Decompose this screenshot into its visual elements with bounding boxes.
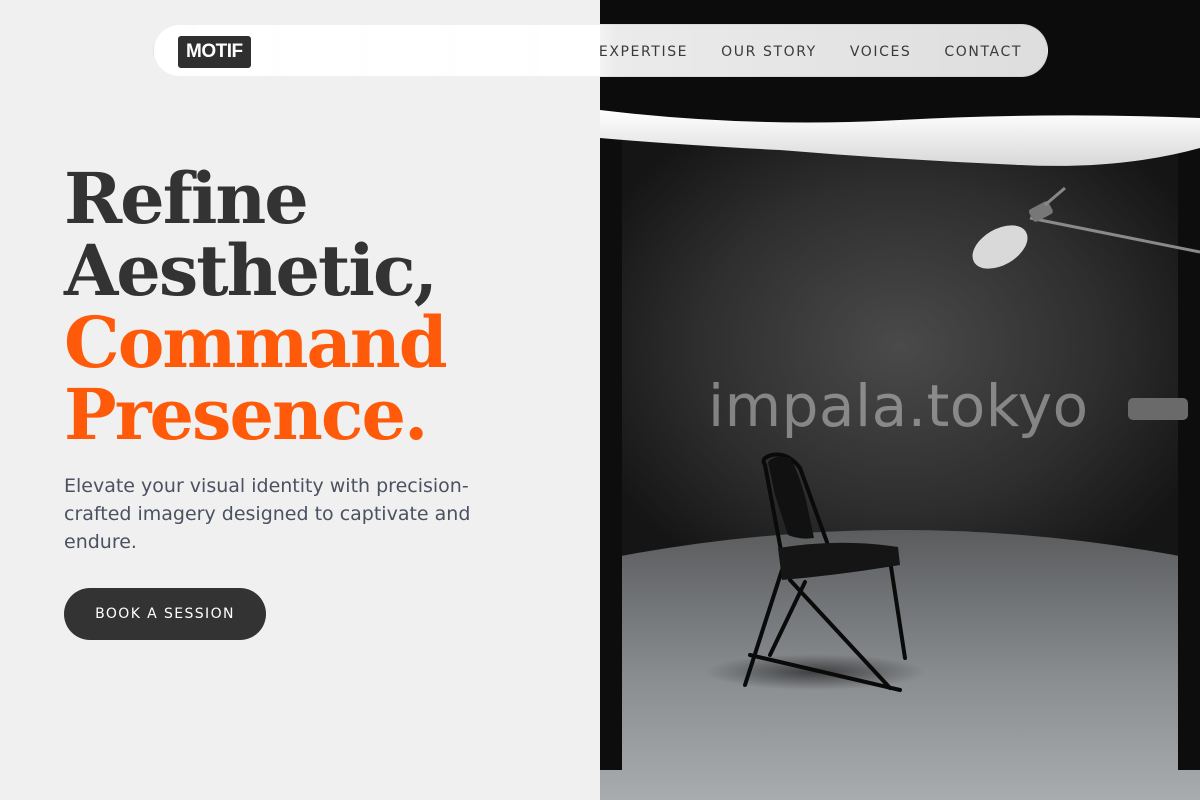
hero-headline: Refine Aesthetic, Command Presence. bbox=[64, 163, 584, 451]
nav-link-our-story[interactable]: OUR STORY bbox=[721, 44, 817, 60]
watermark-text: impala.tokyo bbox=[708, 372, 1089, 440]
headline-line-1: Refine bbox=[64, 157, 309, 240]
headline-line-3: Command bbox=[64, 301, 448, 384]
nav-link-contact[interactable]: CONTACT bbox=[944, 44, 1022, 60]
nav-link-voices[interactable]: VOICES bbox=[850, 44, 912, 60]
headline-line-2: Aesthetic, bbox=[64, 229, 438, 312]
top-navbar: MOTIF EXPERTISE OUR STORY VOICES CONTACT bbox=[153, 24, 1048, 77]
nav-link-expertise[interactable]: EXPERTISE bbox=[599, 44, 688, 60]
book-session-button[interactable]: BOOK A SESSION bbox=[64, 588, 266, 640]
hero-subtext: Elevate your visual identity with precis… bbox=[64, 475, 471, 553]
headline-line-4: Presence. bbox=[64, 373, 428, 456]
hero-text-panel: Refine Aesthetic, Command Presence. Elev… bbox=[0, 0, 600, 800]
nav-links: EXPERTISE OUR STORY VOICES CONTACT bbox=[566, 25, 1022, 78]
logo[interactable]: MOTIF bbox=[178, 36, 251, 68]
hero-photo: impala.tokyo bbox=[600, 0, 1200, 800]
